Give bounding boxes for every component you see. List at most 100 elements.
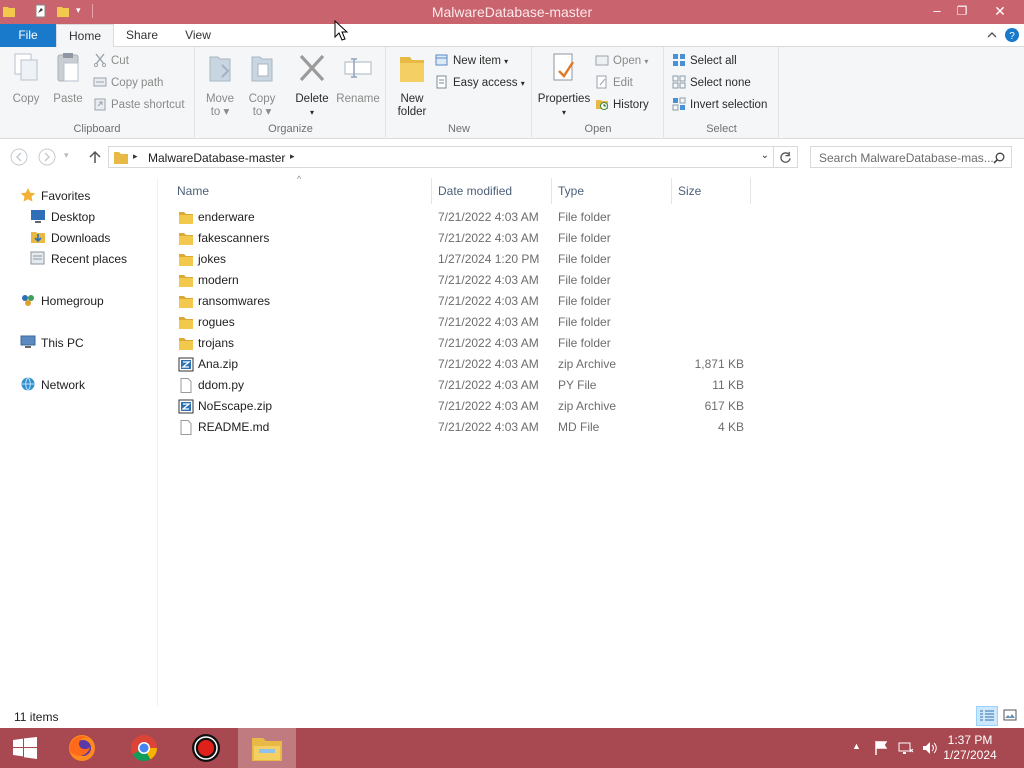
collapse-ribbon-icon[interactable] bbox=[986, 28, 998, 42]
properties-button[interactable]: Properties ▾ bbox=[537, 51, 591, 119]
paste-button[interactable]: Paste bbox=[50, 51, 86, 106]
column-divider[interactable] bbox=[671, 178, 672, 204]
nav-favorites[interactable]: Favorites bbox=[20, 186, 90, 206]
copy-path-button[interactable]: Copy path bbox=[93, 74, 163, 92]
delete-dropdown-icon[interactable]: ▾ bbox=[292, 106, 332, 119]
cut-label: Cut bbox=[111, 55, 129, 67]
new-item-button[interactable]: New item ▾ bbox=[435, 52, 508, 70]
new-folder-button[interactable]: New folder bbox=[391, 51, 433, 119]
history-button[interactable]: History bbox=[595, 96, 649, 114]
delete-button[interactable]: Delete ▾ bbox=[292, 51, 332, 119]
open-button[interactable]: Open ▾ bbox=[595, 52, 648, 70]
tab-share[interactable]: Share bbox=[118, 24, 166, 47]
taskbar-recorder[interactable] bbox=[178, 728, 236, 768]
recent-locations-icon[interactable]: ▾ bbox=[64, 150, 69, 161]
search-icon[interactable] bbox=[993, 152, 1005, 164]
copy-to-button[interactable]: Copy to ▾ bbox=[244, 51, 280, 119]
organize-group-label: Organize bbox=[268, 123, 313, 135]
open-group-label: Open bbox=[584, 123, 612, 135]
column-divider[interactable] bbox=[750, 178, 751, 204]
nav-homegroup[interactable]: Homegroup bbox=[20, 291, 104, 311]
column-date-modified[interactable]: Date modified bbox=[438, 181, 512, 201]
nav-downloads[interactable]: Downloads bbox=[30, 228, 110, 248]
clock[interactable]: 1:37 PM 1/27/2024 bbox=[940, 733, 1000, 763]
up-arrow-icon[interactable] bbox=[86, 148, 104, 166]
cut-button[interactable]: Cut bbox=[93, 52, 129, 70]
copy-to-text: Copy to bbox=[248, 93, 276, 118]
taskbar-firefox[interactable] bbox=[54, 728, 112, 768]
file-row[interactable]: Ana.zip 7/21/2022 4:03 AM zip Archive 1,871… bbox=[176, 354, 756, 375]
rename-button[interactable]: Rename bbox=[334, 51, 382, 106]
file-row[interactable]: ransomwares 7/21/2022 4:03 AM File folder bbox=[176, 291, 756, 312]
firefox-icon bbox=[69, 735, 95, 761]
taskbar-file-explorer[interactable] bbox=[238, 728, 296, 768]
file-name: jokes bbox=[198, 252, 227, 266]
column-name[interactable]: Name bbox=[177, 181, 209, 201]
forward-arrow-icon[interactable] bbox=[38, 148, 56, 166]
copy-button[interactable]: Copy bbox=[8, 51, 44, 106]
breadcrumb-chevron-icon[interactable]: ▸ bbox=[290, 151, 295, 162]
properties-dropdown-icon[interactable]: ▾ bbox=[537, 106, 591, 119]
network-icon bbox=[21, 377, 35, 391]
clock-time: 1:37 PM bbox=[947, 733, 993, 747]
delete-label: Delete bbox=[295, 93, 329, 105]
file-date: 7/21/2022 4:03 AM bbox=[438, 378, 539, 392]
file-row[interactable]: NoEscape.zip 7/21/2022 4:03 AM zip Archive… bbox=[176, 396, 756, 417]
select-all-button[interactable]: Select all bbox=[672, 52, 737, 70]
file-row[interactable]: trojans 7/21/2022 4:03 AM File folder bbox=[176, 333, 756, 354]
column-type[interactable]: Type bbox=[558, 181, 584, 201]
file-row[interactable]: rogues 7/21/2022 4:03 AM File folder bbox=[176, 312, 756, 333]
tab-file[interactable]: File bbox=[0, 24, 56, 47]
address-dropdown-icon[interactable]: ⌄ bbox=[761, 150, 769, 161]
select-none-button[interactable]: Select none bbox=[672, 74, 751, 92]
breadcrumb-current[interactable]: MalwareDatabase-master bbox=[148, 151, 285, 165]
network-status-icon[interactable] bbox=[898, 740, 914, 756]
file-row[interactable]: modern 7/21/2022 4:03 AM File folder bbox=[176, 270, 756, 291]
column-size[interactable]: Size bbox=[678, 181, 701, 201]
breadcrumb-arrow-icon[interactable]: ▸ bbox=[133, 151, 138, 162]
file-size: 11 KB bbox=[712, 378, 744, 392]
invert-selection-button[interactable]: Invert selection bbox=[672, 96, 767, 114]
back-arrow-icon[interactable] bbox=[10, 148, 28, 166]
large-icons-view-button[interactable] bbox=[1000, 706, 1022, 726]
action-center-flag-icon[interactable] bbox=[874, 740, 888, 756]
file-row[interactable]: README.md 7/21/2022 4:03 AM MD File 4 KB bbox=[176, 417, 756, 438]
nav-network[interactable]: Network bbox=[20, 375, 85, 395]
title-bar: ▾ MalwareDatabase-master – ❐ ✕ bbox=[0, 0, 1024, 24]
nav-this-pc[interactable]: This PC bbox=[20, 333, 84, 353]
nav-this-pc-label: This PC bbox=[41, 336, 84, 350]
address-bar[interactable]: ▸ MalwareDatabase-master ▸ ⌄ bbox=[108, 146, 774, 168]
file-row[interactable]: ddom.py 7/21/2022 4:03 AM PY File 11 KB bbox=[176, 375, 756, 396]
file-row[interactable]: jokes 1/27/2024 1:20 PM File folder bbox=[176, 249, 756, 270]
file-size: 4 KB bbox=[717, 420, 744, 434]
column-divider[interactable] bbox=[431, 178, 432, 204]
easy-access-button[interactable]: Easy access ▾ bbox=[435, 74, 525, 92]
maximize-button[interactable]: ❐ bbox=[947, 0, 977, 24]
file-explorer-icon bbox=[252, 738, 282, 761]
edit-button[interactable]: Edit bbox=[595, 74, 633, 92]
volume-icon[interactable] bbox=[922, 740, 938, 756]
file-name: enderware bbox=[198, 210, 255, 224]
details-view-button[interactable] bbox=[976, 706, 998, 726]
column-divider[interactable] bbox=[551, 178, 552, 204]
move-to-button[interactable]: Move to ▾ bbox=[202, 51, 238, 119]
file-date: 7/21/2022 4:03 AM bbox=[438, 294, 539, 308]
easy-access-label: Easy access bbox=[453, 77, 518, 89]
file-type: File folder bbox=[558, 315, 611, 329]
nav-desktop[interactable]: Desktop bbox=[30, 207, 95, 227]
nav-recent-places[interactable]: Recent places bbox=[30, 249, 127, 269]
delete-x-icon bbox=[299, 54, 325, 82]
help-icon[interactable]: ? bbox=[1004, 27, 1020, 43]
file-row[interactable]: fakescanners 7/21/2022 4:03 AM File folder bbox=[176, 228, 756, 249]
search-box[interactable]: Search MalwareDatabase-mas... bbox=[810, 146, 1012, 168]
taskbar-chrome[interactable] bbox=[116, 728, 174, 768]
file-date: 7/21/2022 4:03 AM bbox=[438, 357, 539, 371]
tab-home[interactable]: Home bbox=[56, 24, 114, 48]
paste-shortcut-button[interactable]: Paste shortcut bbox=[93, 96, 185, 114]
tab-view[interactable]: View bbox=[176, 24, 220, 47]
file-row[interactable]: enderware 7/21/2022 4:03 AM File folder bbox=[176, 207, 756, 228]
show-hidden-icons-icon[interactable]: ▲ bbox=[852, 741, 861, 768]
start-button[interactable] bbox=[0, 728, 50, 768]
close-button[interactable]: ✕ bbox=[985, 0, 1015, 24]
refresh-button[interactable] bbox=[774, 146, 798, 168]
